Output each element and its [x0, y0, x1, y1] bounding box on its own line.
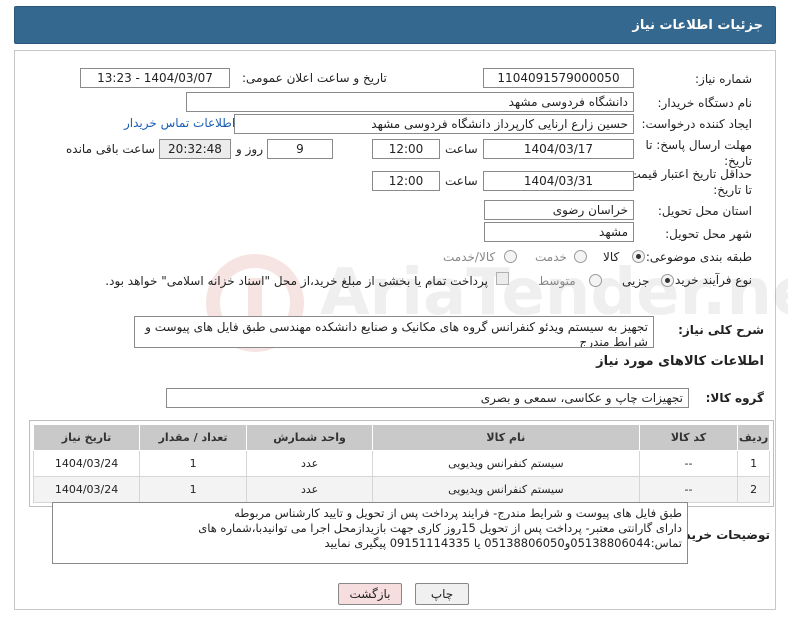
buyer-notes-line: دارای گارانتی معتبر- پرداخت پس از تحویل … [198, 521, 682, 535]
goods-table-container: ردیف کد کالا نام کالا واحد شمارش تعداد /… [29, 420, 774, 507]
city-field: مشهد [484, 222, 634, 242]
col-header-row: ردیف [737, 424, 770, 451]
table-row: 1 -- سیستم کنفرانس ویدیویی عدد 1 1404/03… [32, 450, 770, 477]
price-validity-date-field: 1404/03/31 [483, 171, 634, 191]
category-radio-goods-service[interactable] [504, 250, 517, 263]
need-number-field: 1104091579000050 [483, 68, 634, 88]
page-header: جزئیات اطلاعات نیاز [14, 6, 776, 44]
buyer-org-label: نام دستگاه خریدار: [657, 96, 753, 110]
cell-code: -- [638, 476, 739, 503]
buyer-notes-field: طبق فایل های پیوست و شرایط مندرج- فرایند… [52, 502, 688, 564]
category-option-goods: کالا [603, 250, 620, 264]
goods-table: ردیف کد کالا نام کالا واحد شمارش تعداد /… [32, 424, 770, 503]
cell-unit: عدد [246, 476, 374, 503]
announce-label: تاریخ و ساعت اعلان عمومی: [242, 71, 387, 85]
reply-days-label: روز و [236, 142, 263, 156]
purchase-radio-medium[interactable] [589, 274, 602, 287]
category-radio-goods[interactable] [632, 250, 645, 263]
col-header-qty: تعداد / مقدار [139, 424, 248, 451]
category-option-goods-service: کالا/خدمت [443, 250, 496, 264]
buyer-notes-line: تماس:05138806044و05138806050 یا 09151114… [324, 536, 682, 550]
announce-field: 1404/03/07 - 13:23 [80, 68, 230, 88]
reply-time-field: 12:00 [372, 139, 440, 159]
general-desc-label: شرح کلی نیاز: [678, 323, 764, 337]
cell-name: سیستم کنفرانس ویدیویی [372, 450, 640, 477]
goods-group-field: تجهیزات چاپ و عکاسی، سمعی و بصری [166, 388, 689, 408]
purchase-option-minor: جزیی [622, 274, 650, 288]
purchase-radio-minor[interactable] [661, 274, 674, 287]
reply-date-field: 1404/03/17 [483, 139, 634, 159]
province-label: استان محل تحویل: [657, 204, 752, 218]
category-label: طبقه بندی موضوعی: [645, 250, 752, 264]
reply-time-label: ساعت [445, 142, 478, 156]
cell-code: -- [638, 450, 739, 477]
col-header-code: کد کالا [638, 424, 739, 451]
buyer-contact-link[interactable]: اطلاعات تماس خریدار [124, 116, 235, 130]
buyer-org-field: دانشگاه فردوسی مشهد [186, 92, 634, 112]
province-field: خراسان رضوی [484, 200, 634, 220]
city-label: شهر محل تحویل: [665, 227, 752, 241]
treasury-payment-checkbox[interactable] [496, 272, 509, 285]
cell-date: 1404/03/24 [32, 450, 141, 477]
reply-deadline-label: مهلت ارسال پاسخ: تا تاریخ: [645, 138, 752, 168]
reply-days-field: 9 [267, 139, 333, 159]
treasury-payment-note: پرداخت تمام یا بخشی از مبلغ خرید،از محل … [105, 274, 488, 288]
category-radio-service[interactable] [574, 250, 587, 263]
category-option-service: خدمت [535, 250, 567, 264]
purchase-type-label: نوع فرآیند خرید : [667, 273, 752, 287]
reply-remaining-field: 20:32:48 [159, 139, 231, 159]
price-validity-label: حداقل تاریخ اعتبار قیمت: تا تاریخ: [625, 167, 752, 197]
requester-label: ایجاد کننده درخواست: [641, 117, 752, 131]
cell-qty: 1 [139, 476, 248, 503]
price-validity-time-field: 12:00 [372, 171, 440, 191]
goods-group-label: گروه کالا: [705, 391, 764, 405]
cell-name: سیستم کنفرانس ویدیویی [372, 476, 640, 503]
page-title: جزئیات اطلاعات نیاز [632, 18, 763, 33]
col-header-date: تاریخ نیاز [32, 424, 141, 451]
general-desc-field: تجهیز به سیستم ویدئو کنفرانس گروه های مک… [134, 316, 654, 348]
print-button[interactable]: چاپ [415, 583, 469, 605]
col-header-name: نام کالا [372, 424, 640, 451]
purchase-option-medium: متوسط [538, 274, 576, 288]
reply-remaining-label: ساعت باقی مانده [66, 142, 156, 156]
cell-row-number: 1 [737, 450, 770, 477]
price-validity-time-label: ساعت [445, 174, 478, 188]
cell-row-number: 2 [737, 476, 770, 503]
cell-qty: 1 [139, 450, 248, 477]
table-row: 2 -- سیستم کنفرانس ویدیویی عدد 1 1404/03… [32, 476, 770, 503]
cell-unit: عدد [246, 450, 374, 477]
back-button[interactable]: بازگشت [338, 583, 402, 605]
cell-date: 1404/03/24 [32, 476, 141, 503]
need-number-label: شماره نیاز: [695, 72, 752, 86]
goods-section-title: اطلاعات کالاهای مورد نیاز [596, 354, 764, 369]
col-header-unit: واحد شمارش [246, 424, 374, 451]
buyer-notes-line: طبق فایل های پیوست و شرایط مندرج- فرایند… [234, 506, 682, 520]
requester-field: حسین زارع ارنایی کارپرداز دانشگاه فردوسی… [234, 114, 634, 134]
